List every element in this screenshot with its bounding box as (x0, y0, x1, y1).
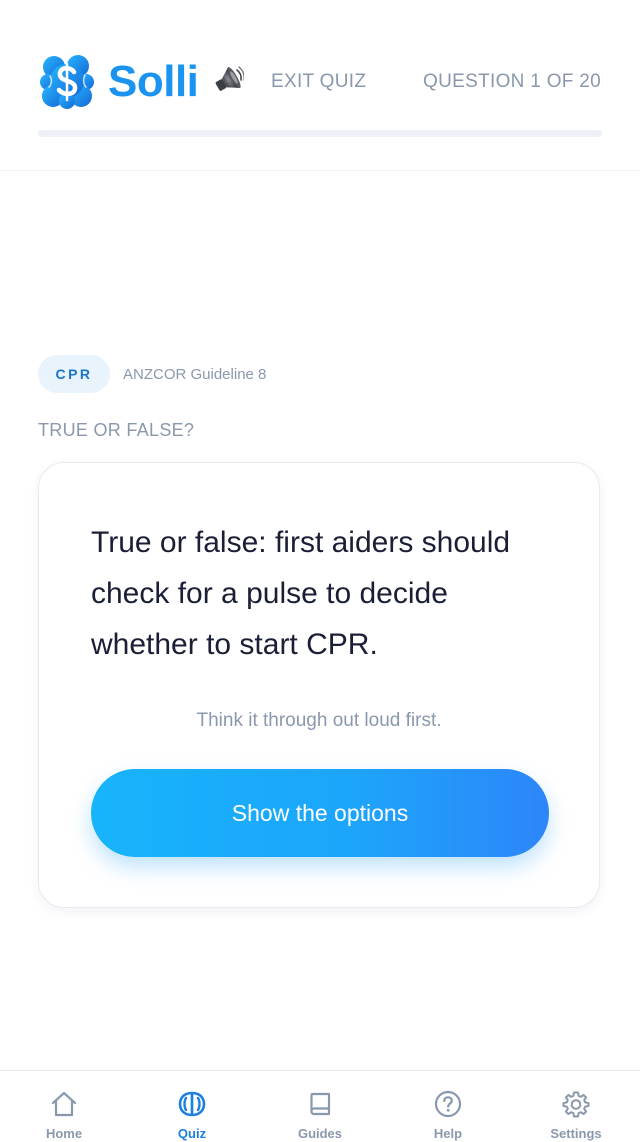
tab-home-label: Home (45, 1126, 83, 1141)
tab-quiz[interactable]: Quiz (128, 1071, 256, 1142)
tab-settings[interactable]: Settings (512, 1071, 640, 1142)
question-card: True or false: first aiders should check… (38, 462, 600, 908)
tab-home[interactable]: Home (0, 1071, 128, 1142)
tab-quiz-label: Quiz (177, 1126, 207, 1141)
tab-settings-label: Settings (550, 1126, 602, 1141)
speaker-icon[interactable] (212, 64, 244, 98)
gear-icon (562, 1091, 590, 1118)
question-text: True or false: first aiders should check… (91, 526, 511, 661)
brain-logo-icon (40, 55, 94, 109)
tab-help[interactable]: Help (384, 1071, 512, 1142)
guideline-reference: ANZCOR Guideline 8 (123, 366, 267, 383)
header: Solli EXIT QUIZ QUESTION 1 OF 20 (0, 0, 640, 171)
hint-text: Think it through out loud first. (196, 710, 442, 731)
tab-guides[interactable]: Guides (256, 1071, 384, 1142)
tab-help-label: Help (433, 1126, 463, 1141)
book-icon (310, 1092, 331, 1116)
show-options-button[interactable]: Show the options (91, 769, 549, 857)
home-icon (51, 1091, 77, 1117)
exit-quiz-link[interactable]: EXIT QUIZ (271, 70, 366, 94)
quiz-icon (178, 1091, 206, 1117)
tab-guides-label: Guides (297, 1126, 343, 1141)
quiz-progress-bar (38, 130, 602, 137)
question-counter: QUESTION 1 OF 20 (423, 71, 601, 92)
category-badge: CPR (38, 355, 110, 393)
help-icon (434, 1090, 462, 1118)
brand-name: Solli (108, 57, 199, 106)
question-type-label: TRUE OR FALSE? (38, 420, 195, 440)
bottom-tab-bar: Home Quiz Guides Help Settings (0, 1070, 640, 1142)
